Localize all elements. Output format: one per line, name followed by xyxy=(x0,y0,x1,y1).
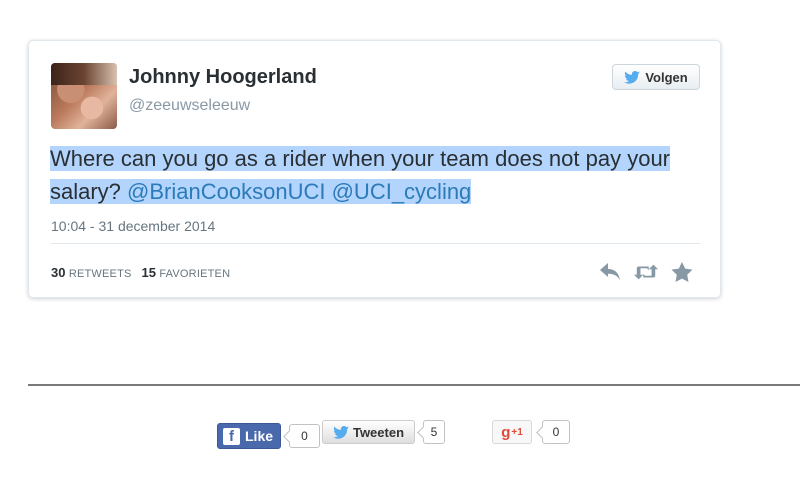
follow-label: Volgen xyxy=(645,69,688,85)
facebook-logo-icon: f xyxy=(223,427,240,445)
twitter-bird-icon xyxy=(624,70,641,84)
tweet-share-count: 5 xyxy=(423,420,445,444)
divider xyxy=(51,243,700,244)
tweet-share-label: Tweeten xyxy=(352,424,405,440)
tweet-text: Where can you go as a rider when your te… xyxy=(50,142,690,208)
mention-link-uci-cycling[interactable]: @UCI_cycling xyxy=(332,179,472,204)
tweet-stats: 30 RETWEETS 15 FAVORIETEN xyxy=(51,265,230,280)
tweet-timestamp[interactable]: 10:04 - 31 december 2014 xyxy=(51,218,215,234)
author-handle[interactable]: @zeeuwseleeuw xyxy=(129,97,250,115)
retweets-stat[interactable]: 30 RETWEETS xyxy=(51,265,132,280)
tweet-share-button[interactable]: Tweeten xyxy=(322,420,415,444)
reply-icon[interactable] xyxy=(598,261,622,283)
favorite-icon[interactable] xyxy=(670,261,694,283)
retweets-label: RETWEETS xyxy=(68,268,132,280)
tweet-actions xyxy=(598,261,694,283)
google-plus-button[interactable]: g +1 xyxy=(492,420,532,444)
facebook-like-label: Like xyxy=(245,428,274,444)
twitter-bird-icon xyxy=(333,425,349,439)
tweet-card: Johnny Hoogerland @zeeuwseleeuw Volgen W… xyxy=(28,40,721,298)
favorites-label: FAVORIETEN xyxy=(159,268,231,280)
google-plus-g-icon: g xyxy=(501,423,511,441)
follow-button[interactable]: Volgen xyxy=(612,64,700,90)
google-plus-count: 0 xyxy=(542,420,570,444)
favorites-stat[interactable]: 15 FAVORIETEN xyxy=(142,265,231,280)
google-plus-suffix: +1 xyxy=(511,426,523,438)
facebook-like-count: 0 xyxy=(289,424,320,448)
favorites-count: 15 xyxy=(141,265,156,280)
mention-link-briancooksonuci[interactable]: @BrianCooksonUCI xyxy=(127,179,325,204)
section-divider xyxy=(28,384,800,386)
author-avatar[interactable] xyxy=(51,63,117,129)
author-name[interactable]: Johnny Hoogerland xyxy=(129,66,317,89)
retweet-icon[interactable] xyxy=(634,261,658,283)
retweets-count: 30 xyxy=(51,265,66,280)
facebook-like-button[interactable]: f Like xyxy=(217,423,281,449)
share-bar: f Like 0 Tweeten 5 g +1 0 xyxy=(0,419,800,451)
